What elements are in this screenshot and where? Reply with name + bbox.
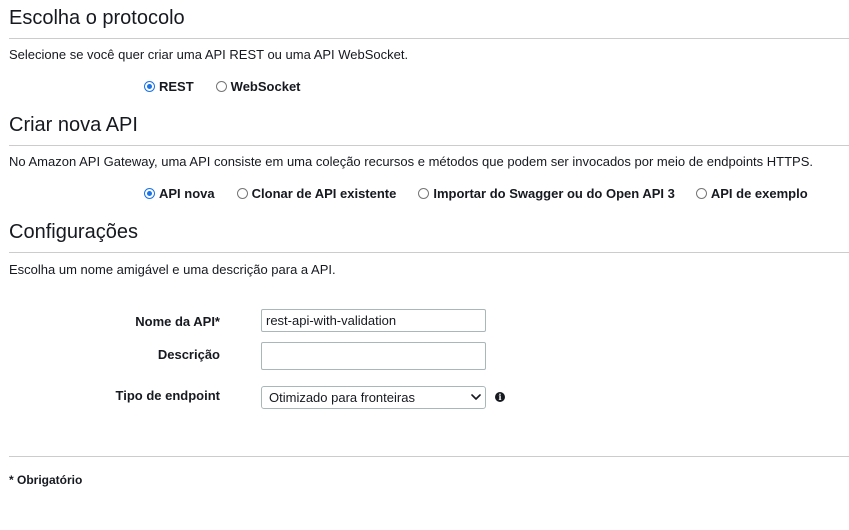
create-api-example-label: API de exemplo — [710, 186, 808, 201]
endpoint-type-select[interactable]: Otimizado para fronteiras — [261, 386, 486, 409]
create-api-section-divider — [9, 145, 849, 146]
chevron-down-icon — [471, 394, 481, 401]
settings-section-divider — [9, 252, 849, 253]
create-api-new-label: API nova — [159, 186, 215, 201]
create-api-section-title: Criar nova API — [9, 114, 138, 136]
create-api-clone-radio[interactable] — [236, 188, 248, 199]
create-api-option-import[interactable]: Importar do Swagger ou do Open API 3 — [418, 186, 675, 201]
create-api-clone-label: Clonar de API existente — [251, 186, 397, 201]
protocol-websocket-radio[interactable] — [215, 81, 227, 92]
info-icon[interactable]: i — [495, 392, 505, 402]
create-api-import-radio[interactable] — [418, 188, 430, 199]
protocol-option-rest[interactable]: REST — [144, 79, 194, 94]
settings-description: Escolha um nome amigável e uma descrição… — [9, 262, 336, 277]
protocol-rest-label: REST — [159, 79, 194, 94]
api-name-input[interactable] — [261, 309, 486, 332]
create-api-example-radio[interactable] — [695, 188, 707, 199]
settings-section-title: Configurações — [9, 221, 138, 243]
create-api-import-label: Importar do Swagger ou do Open API 3 — [433, 186, 675, 201]
required-note: * Obrigatório — [9, 473, 83, 487]
footer-divider — [9, 456, 849, 457]
description-input[interactable] — [261, 342, 486, 370]
protocol-radio-group: REST WebSocket — [144, 79, 322, 94]
protocol-description: Selecione se você quer criar uma API RES… — [9, 47, 409, 62]
endpoint-type-value: Otimizado para fronteiras — [269, 390, 415, 405]
create-api-new-radio[interactable] — [144, 188, 155, 199]
description-label: Descrição — [157, 347, 220, 362]
protocol-option-websocket[interactable]: WebSocket — [215, 79, 301, 94]
create-api-option-clone[interactable]: Clonar de API existente — [236, 186, 397, 201]
create-api-description: No Amazon API Gateway, uma API consiste … — [9, 154, 814, 169]
api-name-label: Nome da API* — [135, 314, 220, 329]
protocol-section-title: Escolha o protocolo — [9, 7, 185, 29]
create-api-option-new[interactable]: API nova — [144, 186, 215, 201]
protocol-section-divider — [9, 38, 849, 39]
create-api-option-example[interactable]: API de exemplo — [695, 186, 808, 201]
protocol-rest-radio[interactable] — [144, 81, 155, 92]
endpoint-type-label: Tipo de endpoint — [115, 388, 220, 403]
protocol-websocket-label: WebSocket — [230, 79, 301, 94]
create-api-radio-group: API nova Clonar de API existente Importa… — [144, 186, 808, 201]
